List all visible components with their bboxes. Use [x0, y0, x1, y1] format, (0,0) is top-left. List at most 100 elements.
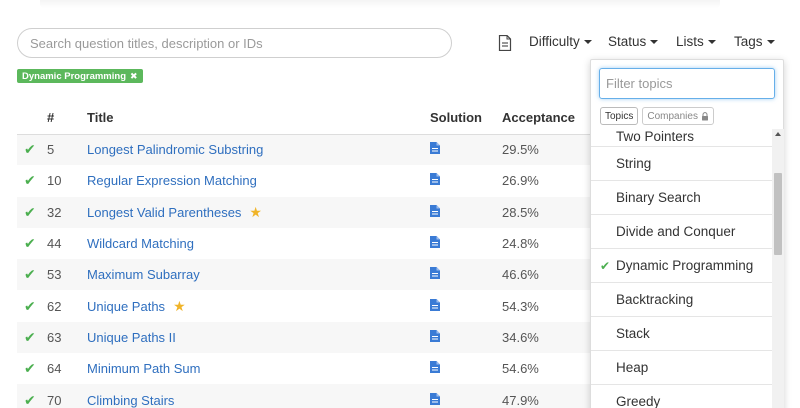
topic-label: Heap: [616, 360, 649, 375]
status-cell: ✔: [17, 134, 47, 166]
problem-title-link[interactable]: Unique Paths: [87, 299, 165, 314]
status-cell: ✔: [17, 165, 47, 196]
check-icon: ✔: [24, 141, 36, 158]
solution-cell: [430, 290, 502, 321]
search-box[interactable]: [17, 28, 452, 58]
solution-document-icon[interactable]: [430, 361, 440, 374]
check-icon: ✔: [24, 297, 36, 314]
topic-item[interactable]: String: [591, 147, 773, 181]
scroll-up-icon[interactable]: [775, 132, 781, 136]
solution-cell: [430, 228, 502, 259]
topic-item[interactable]: Heap: [591, 351, 773, 385]
check-icon: ✔: [24, 266, 36, 283]
problem-number: 62: [47, 298, 62, 314]
topic-list: Two Pointers String Binary Search Divide an…: [591, 129, 773, 408]
check-icon: ✔: [24, 360, 36, 377]
tags-label: Tags: [734, 34, 763, 49]
status-cell: ✔: [17, 321, 47, 354]
problem-title-link[interactable]: Regular Expression Matching: [87, 173, 257, 188]
tab-companies[interactable]: Companies: [642, 107, 714, 125]
problem-title-cell: Maximum Subarray: [87, 259, 430, 291]
dropdown-tabs: Topics Companies: [600, 107, 714, 125]
table-row: ✔ 62 Unique Paths ★ 54.3%: [17, 290, 617, 321]
check-icon: ✔: [24, 172, 36, 189]
document-icon[interactable]: [498, 35, 512, 51]
solution-document-icon[interactable]: [430, 267, 440, 280]
active-filter-chip[interactable]: Dynamic Programming ✖: [17, 69, 143, 83]
solution-document-icon[interactable]: [430, 236, 440, 249]
problem-title-link[interactable]: Climbing Stairs: [87, 393, 174, 408]
lists-dropdown[interactable]: Lists: [676, 34, 716, 49]
problem-title-link[interactable]: Longest Valid Parentheses: [87, 205, 241, 220]
header-number[interactable]: #: [47, 101, 87, 135]
topic-item[interactable]: Greedy: [591, 385, 773, 408]
problem-title-cell: Regular Expression Matching: [87, 165, 430, 196]
solution-document-icon[interactable]: [430, 142, 440, 155]
problem-title-link[interactable]: Wildcard Matching: [87, 236, 194, 251]
problem-title-link[interactable]: Unique Paths II: [87, 330, 176, 345]
problem-number: 44: [47, 236, 62, 252]
topic-label: Divide and Conquer: [616, 224, 736, 239]
solution-document-icon[interactable]: [430, 173, 440, 186]
table-header-row: # Title Solution Acceptance: [17, 101, 617, 135]
scroll-thumb[interactable]: [774, 173, 782, 255]
tags-dropdown-panel: Topics Companies Two Pointers String Binar…: [590, 59, 784, 408]
check-icon: ✔: [600, 258, 611, 273]
check-icon: ✔: [24, 235, 36, 252]
chevron-down-icon: [650, 40, 659, 44]
topic-item[interactable]: Divide and Conquer: [591, 215, 773, 249]
difficulty-dropdown[interactable]: Difficulty: [529, 34, 592, 49]
header-title[interactable]: Title: [87, 101, 430, 135]
table-row: ✔ 70 Climbing Stairs 47.9%: [17, 384, 617, 408]
topic-item[interactable]: Two Pointers: [591, 129, 773, 147]
topic-item[interactable]: Backtracking: [591, 283, 773, 317]
topic-scrollbar[interactable]: [772, 129, 784, 408]
status-label: Status: [608, 34, 647, 49]
topic-label: Dynamic Programming: [616, 258, 754, 273]
topic-label: Stack: [616, 326, 650, 341]
solution-document-icon[interactable]: [430, 204, 440, 217]
tab-topics-label: Topics: [605, 110, 634, 122]
status-cell: ✔: [17, 290, 47, 321]
table-row: ✔ 5 Longest Palindromic Substring 29.5%: [17, 134, 617, 166]
tab-topics[interactable]: Topics: [600, 107, 639, 125]
filter-topics-box[interactable]: [599, 68, 775, 99]
status-cell: ✔: [17, 228, 47, 259]
problem-number: 32: [47, 196, 87, 228]
topic-label: Two Pointers: [616, 129, 695, 144]
table-row: ✔ 53 Maximum Subarray 46.6%: [17, 259, 617, 291]
header-status: [17, 101, 47, 135]
close-icon[interactable]: ✖: [130, 71, 138, 82]
solution-document-icon[interactable]: [430, 298, 440, 311]
solution-document-icon[interactable]: [430, 329, 440, 342]
status-cell: ✔: [17, 259, 47, 291]
chevron-down-icon: [766, 40, 775, 44]
search-input[interactable]: [30, 35, 439, 51]
tab-companies-label: Companies: [647, 110, 698, 122]
star-icon: ★: [249, 203, 262, 220]
solution-cell: [430, 196, 502, 228]
problem-table: # Title Solution Acceptance ✔ 5 Longest Pa…: [17, 101, 617, 408]
status-cell: ✔: [17, 353, 47, 384]
problem-title-cell: Longest Palindromic Substring: [87, 134, 430, 166]
header-solution[interactable]: Solution: [430, 101, 502, 135]
tags-dropdown[interactable]: Tags: [734, 34, 775, 49]
topic-item[interactable]: ✔ Dynamic Programming: [591, 249, 773, 283]
solution-document-icon[interactable]: [430, 392, 440, 405]
table-row: ✔ 63 Unique Paths II 34.6%: [17, 321, 617, 354]
active-filter-label: Dynamic Programming: [22, 70, 126, 82]
problem-number: 63: [47, 321, 87, 354]
problem-title-link[interactable]: Maximum Subarray: [87, 267, 200, 282]
status-dropdown[interactable]: Status: [608, 34, 659, 49]
problem-title-link[interactable]: Longest Palindromic Substring: [87, 142, 263, 157]
solution-cell: [430, 259, 502, 291]
topic-item[interactable]: Binary Search: [591, 181, 773, 215]
top-shadow: [40, 0, 720, 8]
filter-topics-input[interactable]: [606, 76, 768, 91]
problem-title-link[interactable]: Minimum Path Sum: [87, 361, 200, 376]
topic-item[interactable]: Stack: [591, 317, 773, 351]
star-icon: ★: [173, 297, 186, 314]
problem-number: 70: [47, 384, 87, 408]
status-cell: ✔: [17, 196, 47, 228]
topic-label: Binary Search: [616, 190, 701, 205]
